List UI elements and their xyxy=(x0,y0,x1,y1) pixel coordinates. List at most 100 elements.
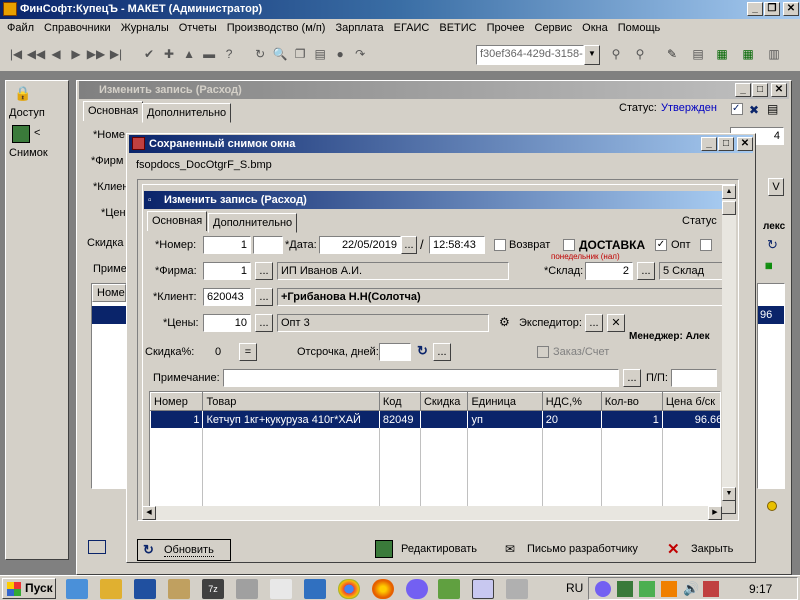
tray-security-icon[interactable] xyxy=(639,581,655,597)
minimize-button[interactable]: _ xyxy=(747,2,763,16)
form-client-field[interactable]: 620043 xyxy=(203,288,251,306)
guid-field[interactable]: f30ef364-429d-3158- xyxy=(476,45,584,65)
form-delay-button[interactable]: ... xyxy=(433,343,451,361)
grid-cell[interactable]: 1 xyxy=(600,410,663,429)
bg-maximize-button[interactable]: □ xyxy=(752,83,768,97)
paste-icon[interactable]: ▤ xyxy=(310,44,330,64)
form-num-field[interactable]: 1 xyxy=(203,236,251,254)
form-forwarder-clear-button[interactable]: ✕ xyxy=(607,314,625,332)
taskbar-folder-icon[interactable] xyxy=(100,579,122,599)
search-icon[interactable]: 🔍 xyxy=(270,44,290,64)
form-opt-checkbox[interactable]: ✓ xyxy=(655,239,667,251)
close-snapshot-button[interactable]: Закрыть xyxy=(691,543,733,555)
form-delay-refresh-icon[interactable]: ↻ xyxy=(417,343,428,359)
grid-header-4[interactable]: Единица xyxy=(467,392,543,411)
tools-icon[interactable]: ✎ xyxy=(662,44,682,64)
scroll-right-button[interactable]: ▶ xyxy=(708,506,722,520)
bg-minimize-button[interactable]: _ xyxy=(735,83,751,97)
access-label[interactable]: Доступ xyxy=(9,107,45,119)
form-delivery-checkbox[interactable] xyxy=(563,239,575,251)
taskbar-app-icon-8[interactable] xyxy=(304,579,326,599)
cascade-icon[interactable]: ▦ xyxy=(738,44,758,64)
scroll-thumb[interactable] xyxy=(722,201,736,215)
snapshot-maximize-button[interactable]: □ xyxy=(718,137,734,151)
grid-cell[interactable] xyxy=(419,410,469,429)
form-warehouse-field[interactable]: 2 xyxy=(585,262,633,280)
filter-icon[interactable]: ⚲ xyxy=(606,44,626,64)
window-icon[interactable]: ▦ xyxy=(712,44,732,64)
copy-icon[interactable]: ❐ xyxy=(290,44,310,64)
form-order-checkbox[interactable] xyxy=(537,346,549,358)
form-num-suffix-field[interactable] xyxy=(253,236,283,254)
mail-icon[interactable]: ✉ xyxy=(505,542,515,556)
refresh-icon[interactable]: ↻ xyxy=(250,44,270,64)
snapshot-close-button[interactable]: ✕ xyxy=(737,137,753,151)
guid-dropdown-button[interactable]: ▼ xyxy=(584,45,600,65)
form-horizontal-scrollbar[interactable]: ◀ ▶ xyxy=(142,506,722,520)
close-button[interactable]: ✕ xyxy=(783,2,799,16)
scroll-left-button[interactable]: ◀ xyxy=(142,506,156,520)
menu-item-1[interactable]: Справочники xyxy=(39,19,116,38)
help-icon[interactable]: ? xyxy=(219,44,239,64)
menu-item-8[interactable]: Прочее xyxy=(482,19,530,38)
form-firm-button[interactable]: ... xyxy=(255,262,273,280)
tray-app-icon[interactable] xyxy=(617,581,633,597)
bg-approve-icon[interactable]: ✓ xyxy=(731,103,743,115)
scroll-down-button[interactable]: ▼ xyxy=(722,487,736,501)
record-icon[interactable]: ● xyxy=(330,44,350,64)
scroll-up-button[interactable]: ▲ xyxy=(722,185,736,199)
restore-button[interactable]: ❐ xyxy=(764,2,780,16)
form-vertical-scrollbar[interactable]: ▲ ▼ xyxy=(722,185,736,501)
taskbar-app-icon-14[interactable] xyxy=(506,579,528,599)
next-page-icon[interactable]: ▶▶ xyxy=(86,44,106,64)
menu-item-10[interactable]: Окна xyxy=(577,19,613,38)
redo-icon[interactable]: ↷ xyxy=(350,44,370,64)
user-avatar-icon[interactable] xyxy=(12,125,30,143)
grid-cell[interactable]: Кетчуп 1кг+кукуруза 410г*ХАЙ xyxy=(202,410,380,429)
menu-item-5[interactable]: Зарплата xyxy=(330,19,388,38)
form-forwarder-button[interactable]: ... xyxy=(585,314,603,332)
form-price-button[interactable]: ... xyxy=(255,314,273,332)
last-icon[interactable]: ▶| xyxy=(106,44,126,64)
first-icon[interactable]: |◀ xyxy=(6,44,26,64)
form-note-field[interactable] xyxy=(223,369,619,387)
tray-volume-icon[interactable]: 🔊 xyxy=(683,581,699,597)
taskbar-active-app-icon[interactable] xyxy=(472,579,494,599)
bg-v-button[interactable]: V xyxy=(768,178,784,196)
mail-developer-button[interactable]: Письмо разработчику xyxy=(527,543,638,555)
form-firm-field[interactable]: 1 xyxy=(203,262,251,280)
grid-header-0[interactable]: Номер xyxy=(150,392,204,411)
minus-icon[interactable]: ▬ xyxy=(199,44,219,64)
prev-icon[interactable]: ◀ xyxy=(46,44,66,64)
taskbar-app-icon-12[interactable] xyxy=(438,579,460,599)
form-delay-field[interactable] xyxy=(379,343,411,361)
window-list-icon[interactable] xyxy=(88,540,106,554)
plus-icon[interactable]: ✚ xyxy=(159,44,179,64)
form-client-button[interactable]: ... xyxy=(255,288,273,306)
menu-item-3[interactable]: Отчеты xyxy=(174,19,222,38)
form-tab-main[interactable]: Основная xyxy=(147,211,208,231)
menu-item-4[interactable]: Производство (м/п) xyxy=(222,19,331,38)
bg-tab-extra[interactable]: Дополнительно xyxy=(142,103,232,123)
grid-header-2[interactable]: Код xyxy=(378,392,421,411)
menu-item-0[interactable]: Файл xyxy=(2,19,39,38)
menu-item-2[interactable]: Журналы xyxy=(116,19,174,38)
table-row[interactable]: 1 Кетчуп 1кг+кукуруза 410г*ХАЙ 82049 уп 20 1 9… xyxy=(150,410,720,429)
grid-cell[interactable]: 1 xyxy=(150,410,204,429)
taskbar-7zip-icon[interactable]: 7z xyxy=(202,579,224,599)
grid-header-6[interactable]: Кол-во xyxy=(600,392,663,411)
form-price-field[interactable]: 10 xyxy=(203,314,251,332)
grid-header-5[interactable]: НДС,% xyxy=(541,392,602,411)
bg-cancel-icon[interactable]: ✖ xyxy=(749,103,759,117)
grid-header-3[interactable]: Скидка xyxy=(419,392,469,411)
edit-icon[interactable] xyxy=(375,540,393,558)
grid-header-7[interactable]: Цена б/ск xyxy=(661,392,720,411)
form-date-button[interactable]: ... xyxy=(401,236,417,254)
close-x-icon[interactable]: ✕ xyxy=(667,540,680,558)
menu-item-7[interactable]: ВЕТИС xyxy=(434,19,481,38)
prev-page-icon[interactable]: ◀◀ xyxy=(26,44,46,64)
refresh-button[interactable]: ↻ Обновить xyxy=(137,539,231,561)
menu-item-6[interactable]: ЕГАИС xyxy=(389,19,435,38)
triangle-icon[interactable]: ▲ xyxy=(179,44,199,64)
taskbar-app-icon-4[interactable] xyxy=(168,579,190,599)
